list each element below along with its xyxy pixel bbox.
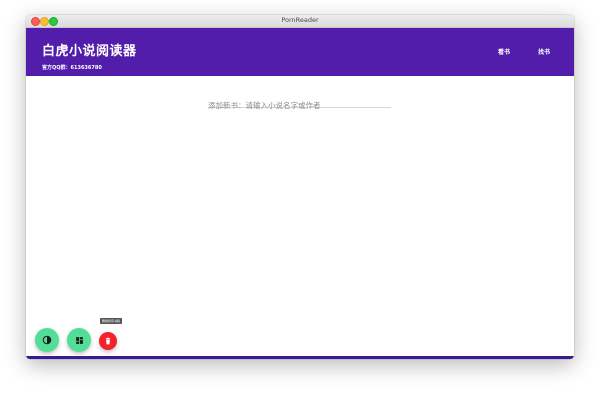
delete-tooltip: 删除所有书籍 bbox=[100, 318, 123, 324]
qq-group-label: 官方QQ群：613636780 bbox=[42, 65, 102, 71]
window-title: PornReader bbox=[281, 16, 319, 24]
delete-all-books-button[interactable] bbox=[99, 332, 117, 350]
app-window: PornReader 白虎小说阅读器 官方QQ群：613636780 看书 找书 bbox=[26, 15, 574, 359]
app-header: 白虎小说阅读器 官方QQ群：613636780 看书 找书 bbox=[26, 28, 574, 76]
add-book-input[interactable] bbox=[208, 99, 391, 112]
desktop: PornReader 白虎小说阅读器 官方QQ群：613636780 看书 找书 bbox=[0, 0, 600, 400]
app-title: 白虎小说阅读器 bbox=[42, 44, 137, 59]
contrast-icon bbox=[42, 335, 52, 345]
layout-toggle-button[interactable] bbox=[67, 328, 91, 352]
add-book-field bbox=[208, 93, 391, 112]
window-titlebar[interactable]: PornReader bbox=[26, 15, 574, 28]
nav-read-books[interactable]: 看书 bbox=[498, 47, 510, 56]
theme-toggle-button[interactable] bbox=[35, 328, 59, 352]
nav-find-books[interactable]: 找书 bbox=[538, 47, 550, 56]
window-bottom-bar bbox=[26, 356, 574, 359]
trash-icon bbox=[105, 337, 111, 345]
dashboard-icon bbox=[75, 336, 83, 344]
